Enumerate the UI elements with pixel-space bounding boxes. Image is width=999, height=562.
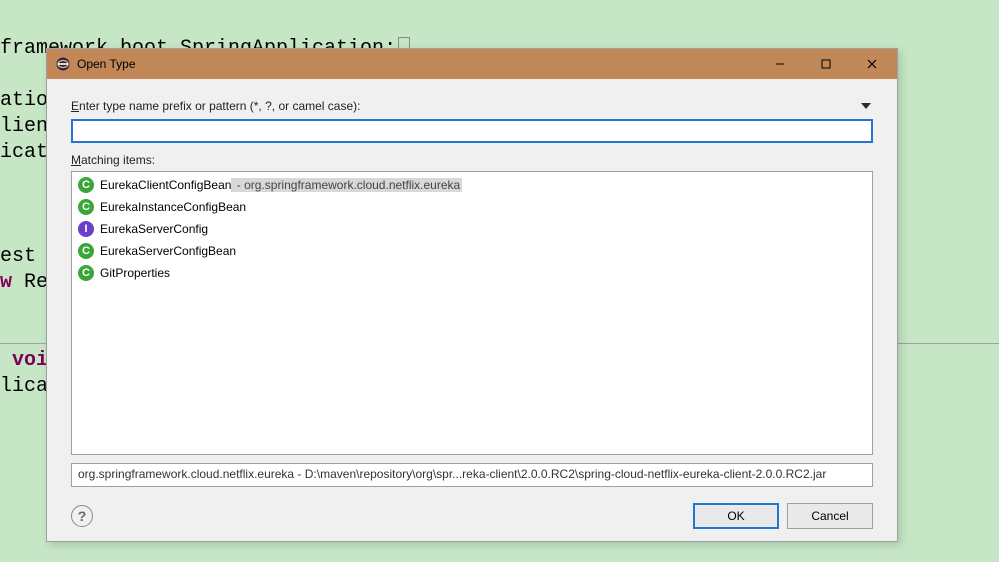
list-item[interactable]: C EurekaServerConfigBean: [72, 240, 872, 262]
dialog-titlebar[interactable]: Open Type: [47, 49, 897, 79]
matching-items-label: Matching items:: [71, 153, 873, 167]
cancel-button[interactable]: Cancel: [787, 503, 873, 529]
class-icon: C: [78, 265, 94, 281]
options-dropdown-icon[interactable]: [861, 103, 871, 109]
code-line: voi: [0, 349, 48, 372]
dialog-title: Open Type: [77, 57, 757, 71]
list-item-name: EurekaServerConfigBean: [100, 244, 236, 258]
list-item[interactable]: C EurekaClientConfigBean - org.springfra…: [72, 174, 872, 196]
help-icon[interactable]: ?: [71, 505, 93, 527]
list-item-package: - org.springframework.cloud.netflix.eure…: [231, 178, 462, 192]
list-item-name: GitProperties: [100, 266, 170, 280]
code-line: atio: [0, 89, 48, 112]
maximize-button[interactable]: [803, 50, 849, 78]
list-item-name: EurekaClientConfigBean: [100, 178, 231, 192]
list-item-name: EurekaServerConfig: [100, 222, 208, 236]
status-bar: org.springframework.cloud.netflix.eureka…: [71, 463, 873, 487]
matching-items-list[interactable]: C EurekaClientConfigBean - org.springfra…: [71, 171, 873, 455]
code-line: lien: [0, 115, 48, 138]
ok-button[interactable]: OK: [693, 503, 779, 529]
type-search-input[interactable]: [71, 119, 873, 143]
list-item[interactable]: C EurekaInstanceConfigBean: [72, 196, 872, 218]
dialog-body: Enter type name prefix or pattern (*, ?,…: [47, 79, 897, 491]
open-type-dialog: Open Type Enter type name prefix or patt…: [46, 48, 898, 542]
class-icon: C: [78, 177, 94, 193]
interface-icon: I: [78, 221, 94, 237]
class-icon: C: [78, 199, 94, 215]
button-bar: ? OK Cancel: [47, 491, 897, 541]
list-item[interactable]: C GitProperties: [72, 262, 872, 284]
code-line: icat: [0, 141, 48, 164]
prompt-label: Enter type name prefix or pattern (*, ?,…: [71, 99, 360, 113]
list-item-name: EurekaInstanceConfigBean: [100, 200, 246, 214]
close-button[interactable]: [849, 50, 895, 78]
eclipse-icon: [55, 56, 71, 72]
code-line: lica: [0, 375, 48, 398]
code-line: est: [0, 245, 36, 268]
code-line: w Re: [0, 271, 48, 294]
minimize-button[interactable]: [757, 50, 803, 78]
list-item[interactable]: I EurekaServerConfig: [72, 218, 872, 240]
class-icon: C: [78, 243, 94, 259]
